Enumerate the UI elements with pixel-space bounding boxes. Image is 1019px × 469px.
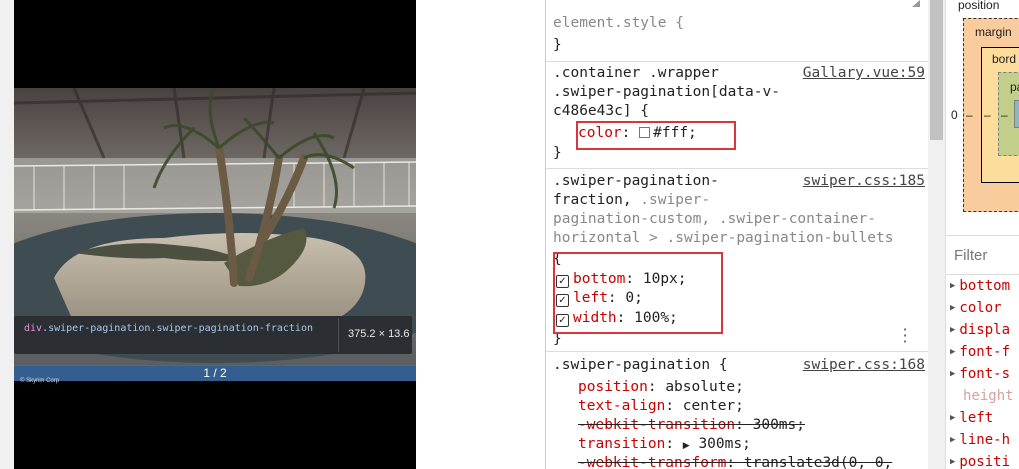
computed-prop-font-family[interactable]: ▶ font-f <box>950 344 1010 360</box>
style-rule-element-style: element.style { } <box>546 0 929 62</box>
style-rule-gallary: .container .wrapper Gallary.vue:59 .swip… <box>546 62 929 169</box>
computed-prop-name: positi <box>959 454 1010 469</box>
rule-selector-line2[interactable]: fraction, .swiper- <box>553 191 710 210</box>
rule-selector-line2[interactable]: .swiper-pagination[data-v- <box>553 83 780 102</box>
computed-prop-name: color <box>959 300 1002 316</box>
computed-prop-color[interactable]: ▶ color <box>950 300 1002 316</box>
computed-prop-name: displa <box>959 322 1010 338</box>
expand-triangle-icon[interactable]: ▶ <box>950 413 955 423</box>
box-model-content[interactable] <box>1014 100 1019 128</box>
box-model-position-label: position <box>958 0 1000 12</box>
rule-selector-line3[interactable]: pagination-custom, .swiper-container- <box>553 210 876 229</box>
selector-inactive: .swiper- <box>631 192 711 208</box>
highlight-box-position <box>553 252 723 334</box>
rule-selector-line1[interactable]: .swiper-pagination- <box>553 172 719 191</box>
computed-prop-name: bottom <box>959 278 1010 294</box>
property-name[interactable]: -webkit-transition <box>578 417 735 433</box>
declaration-transition[interactable]: transition: ▶ 300ms; <box>578 435 751 456</box>
box-model-padding-label: pa <box>1010 80 1019 94</box>
box-model-padding-left[interactable]: – <box>1001 108 1008 122</box>
computed-prop-name: font-s <box>959 366 1010 382</box>
expand-triangle-icon[interactable]: ▶ <box>683 441 690 451</box>
tooltip-classes: .swiper-pagination.swiper-pagination-fra… <box>42 323 313 334</box>
computed-prop-bottom[interactable]: ▶ bottom <box>950 278 1010 294</box>
computed-prop-name: left <box>959 410 994 426</box>
computed-prop-position[interactable]: ▶ positi <box>950 454 1010 469</box>
box-model-margin-label: margin <box>975 25 1012 39</box>
computed-prop-name: line-h <box>959 432 1010 448</box>
property-value[interactable]: 300ms; <box>753 417 805 433</box>
box-model-left-value[interactable]: 0 <box>951 108 958 122</box>
source-link[interactable]: swiper.css:168 <box>803 356 925 375</box>
expand-triangle-icon[interactable]: ▶ <box>950 325 955 335</box>
computed-prop-font-size[interactable]: ▶ font-s <box>950 366 1010 382</box>
declaration-position[interactable]: position: absolute; <box>578 378 744 397</box>
scrollbar-thumb[interactable] <box>930 0 943 140</box>
property-name[interactable]: -webkit-transform <box>578 455 726 469</box>
rule-selector[interactable]: .swiper-pagination { <box>553 356 728 375</box>
property-name[interactable]: position <box>578 379 648 395</box>
computed-prop-line-height[interactable]: ▶ line-h <box>950 432 1010 448</box>
styles-pane: element.style { } .container .wrapper Ga… <box>545 0 929 469</box>
expand-triangle-icon[interactable]: ▶ <box>950 303 955 313</box>
filter-placeholder: Filter <box>954 247 988 264</box>
computed-prop-display[interactable]: ▶ displa <box>950 322 1010 338</box>
image-watermark: © Skyrim Corp <box>20 378 60 384</box>
element-inspect-tooltip: div.swiper-pagination.swiper-pagination-… <box>14 316 412 354</box>
rule-selector-line1[interactable]: .container .wrapper <box>553 64 719 83</box>
property-value[interactable]: absolute; <box>665 379 744 395</box>
expand-triangle-icon[interactable]: ▶ <box>950 281 955 291</box>
computed-filter-input[interactable]: Filter <box>946 235 1019 275</box>
rule-close-brace: } <box>553 37 562 53</box>
box-model-margin-left[interactable]: – <box>966 108 973 122</box>
computed-prop-height[interactable]: height <box>950 388 1014 404</box>
style-rule-swiper-168: .swiper-pagination { swiper.css:168 posi… <box>546 352 929 469</box>
rule-close-brace: } <box>553 145 562 161</box>
rule-selector-line4[interactable]: horizontal > .swiper-pagination-bullets <box>553 229 893 248</box>
box-model-border-left[interactable]: – <box>984 108 991 122</box>
tooltip-selector: div.swiper-pagination.swiper-pagination-… <box>24 322 326 335</box>
property-value[interactable]: center; <box>683 398 744 414</box>
tooltip-dimensions: 375.2 × 13.6 <box>348 328 410 340</box>
property-value[interactable]: 300ms; <box>698 436 750 452</box>
page-background <box>416 0 546 469</box>
computed-prop-name: font-f <box>959 344 1010 360</box>
declaration-text-align[interactable]: text-align: center; <box>578 397 744 416</box>
declaration-webkit-transition-overridden[interactable]: -webkit-transition: 300ms; <box>578 416 805 435</box>
property-name[interactable]: text-align <box>578 398 665 414</box>
rule-selector-line3[interactable]: c486e43c] { <box>553 102 649 121</box>
computed-pane: position margin bord pa 0 – – – Filter ▶… <box>945 0 1019 469</box>
page-gutter <box>0 0 14 469</box>
more-options-icon[interactable]: · · · <box>901 322 909 350</box>
rule-selector[interactable]: element.style { <box>553 14 684 33</box>
selector-active: fraction, <box>553 192 632 208</box>
expand-triangle-icon[interactable]: ▶ <box>950 435 955 445</box>
computed-prop-left[interactable]: ▶ left <box>950 410 993 426</box>
tooltip-tag: div <box>24 323 43 334</box>
box-model-border-label: bord <box>992 52 1017 66</box>
declaration-webkit-transform-overridden[interactable]: -webkit-transform: translate3d(0, 0, <box>578 454 892 469</box>
property-value[interactable]: translate3d(0, 0, <box>744 455 892 469</box>
source-link[interactable]: swiper.css:185 <box>803 172 925 191</box>
source-link[interactable]: Gallary.vue:59 <box>803 64 925 83</box>
property-name[interactable]: transition <box>578 436 665 452</box>
swiper-pagination-fraction[interactable]: 1 / 2 <box>14 365 416 381</box>
highlight-box-color <box>576 121 736 150</box>
expand-triangle-icon[interactable]: ▶ <box>950 457 955 467</box>
expand-triangle-icon[interactable]: ▶ <box>950 369 955 379</box>
expand-triangle-icon[interactable]: ▶ <box>950 347 955 357</box>
tooltip-divider <box>338 318 339 352</box>
